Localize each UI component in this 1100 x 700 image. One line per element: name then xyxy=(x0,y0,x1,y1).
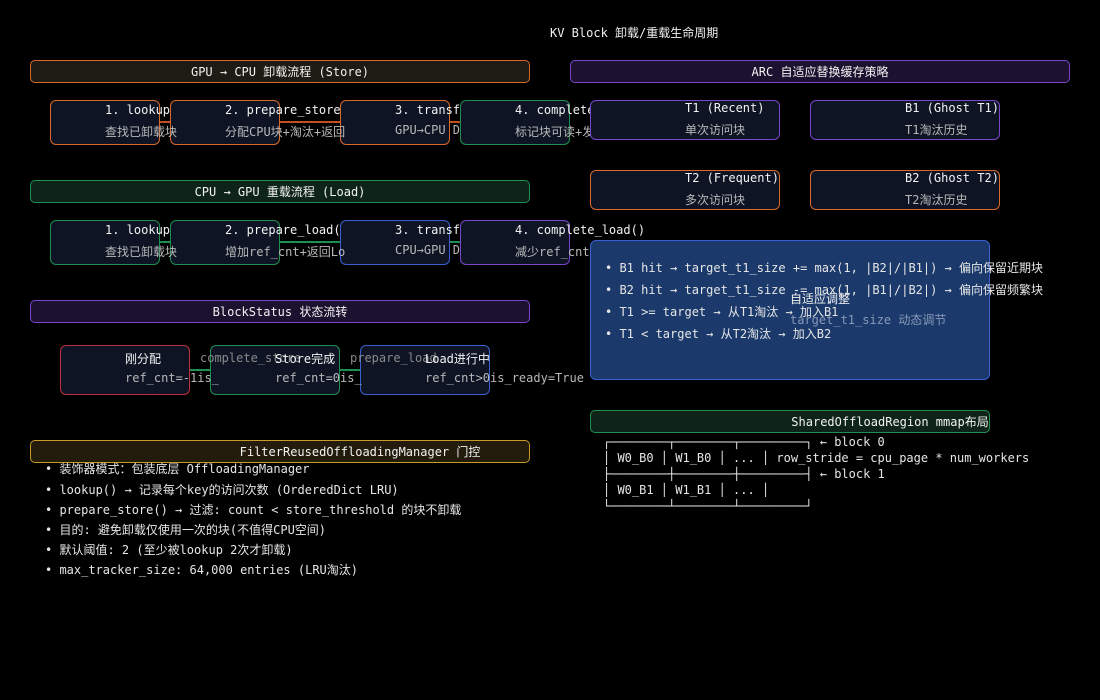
arc-t1-name: T1 (Recent) xyxy=(685,101,765,115)
status-header-label: BlockStatus 状态流转 xyxy=(212,305,348,319)
filter-bullet: • max_tracker_size: 64,000 entries (LRU淘… xyxy=(45,563,358,577)
arc-t2-name: T2 (Frequent) xyxy=(685,171,779,185)
arc-rule: • B2 hit → target_t1_size -= max(1, |B1|… xyxy=(605,283,1044,297)
store-header-label: GPU → CPU 卸载流程 (Store) xyxy=(190,65,370,79)
mmap-line: │ W0_B0 │ W1_B0 │ ... │ row_stride = cpu… xyxy=(603,451,1030,465)
store-header: GPU → CPU 卸载流程 (Store) xyxy=(30,60,530,83)
load-header-label: CPU → GPU 重载流程 (Load) xyxy=(194,185,366,199)
arc-header: ARC 自适应替换缓存策略 xyxy=(570,60,1070,83)
mmap-line: └────────┴────────┴─────────┘ xyxy=(603,499,813,513)
mmap-line: ┌────────┬────────┬─────────┐ ← block 0 xyxy=(603,435,885,449)
load-step-4-name: 4. complete_load() xyxy=(515,223,646,237)
load-step-2-desc: 增加ref_cnt+返回Lo xyxy=(225,245,346,259)
store-step-1-desc: 查找已卸载块 xyxy=(105,125,178,139)
arc-b2-name: B2 (Ghost T2) xyxy=(905,171,999,185)
load-step-1-name: 1. lookup xyxy=(105,223,171,237)
status-3-desc: ref_cnt>0is_ready=True xyxy=(425,371,584,385)
filter-bullet: • 装饰器模式：包装底层 OffloadingManager xyxy=(45,462,310,476)
status-2-name: Store完成 xyxy=(275,352,336,366)
load-step-1-desc: 查找已卸载块 xyxy=(105,245,178,259)
store-step-4-desc: 标记块可读+发 xyxy=(515,125,595,139)
load-step-2-name: 2. prepare_load( xyxy=(225,223,341,237)
arc-rule: • B1 hit → target_t1_size += max(1, |B2|… xyxy=(605,261,1044,275)
mmap-header: SharedOffloadRegion mmap布局 xyxy=(590,410,990,433)
filter-bullet: • lookup() → 记录每个key的访问次数 (OrderedDict L… xyxy=(45,483,399,497)
arc-t1-desc: 单次访问块 xyxy=(685,123,746,137)
load-step-3-name: 3. transf xyxy=(395,223,461,237)
diagram-title: KV Block 卸载/重载生命周期 xyxy=(550,26,719,40)
arc-rule: • T1 < target → 从T2淘汰 → 加入B2 xyxy=(605,327,832,341)
store-step-3-desc: GPU→CPU D xyxy=(395,123,461,137)
store-step-3-name: 3. transf xyxy=(395,103,461,117)
store-step-2-desc: 分配CPU块+淘汰+返回 xyxy=(225,125,346,139)
status-3-name: Load进行中 xyxy=(425,352,490,366)
load-step-4-desc: 减少ref_cnt xyxy=(515,245,590,259)
status-1-name: 刚分配 xyxy=(125,352,162,366)
filter-header-label: FilterReusedOffloadingManager 门控 xyxy=(239,445,481,459)
arc-b1-name: B1 (Ghost T1) xyxy=(905,101,999,115)
filter-bullet: • 目的: 避免卸载仅使用一次的块(不值得CPU空间) xyxy=(45,523,327,537)
status-2-desc: ref_cnt=0is_ xyxy=(275,371,362,385)
load-step-3-desc: CPU→GPU D xyxy=(395,243,461,257)
filter-bullet: • 默认阈值: 2 (至少被lookup 2次才卸载) xyxy=(45,543,293,557)
arc-t2-desc: 多次访问块 xyxy=(685,193,746,207)
arc-rule: • T1 >= target → 从T1淘汰 → 加入B1 xyxy=(605,305,839,319)
mmap-line: ├────────┼────────┼─────────┤ ← block 1 xyxy=(603,467,885,481)
status-1-desc: ref_cnt=-1is_ xyxy=(125,371,219,385)
filter-bullet: • prepare_store() → 过滤: count < store_th… xyxy=(45,503,462,517)
mmap-header-label: SharedOffloadRegion mmap布局 xyxy=(791,415,989,429)
load-header: CPU → GPU 重载流程 (Load) xyxy=(30,180,530,203)
store-step-1-name: 1. lookup xyxy=(105,103,171,117)
arc-header-label: ARC 自适应替换缓存策略 xyxy=(751,65,889,79)
store-step-4-name: 4. complete xyxy=(515,103,595,117)
mmap-line: │ W0_B1 │ W1_B1 │ ... │ xyxy=(603,483,770,497)
store-step-2-name: 2. prepare_store xyxy=(225,103,341,117)
arc-b1-desc: T1淘汰历史 xyxy=(905,123,968,137)
transition-prepare-load: prepare_load xyxy=(350,351,437,365)
arc-b2-desc: T2淘汰历史 xyxy=(905,193,968,207)
status-header: BlockStatus 状态流转 xyxy=(30,300,530,323)
